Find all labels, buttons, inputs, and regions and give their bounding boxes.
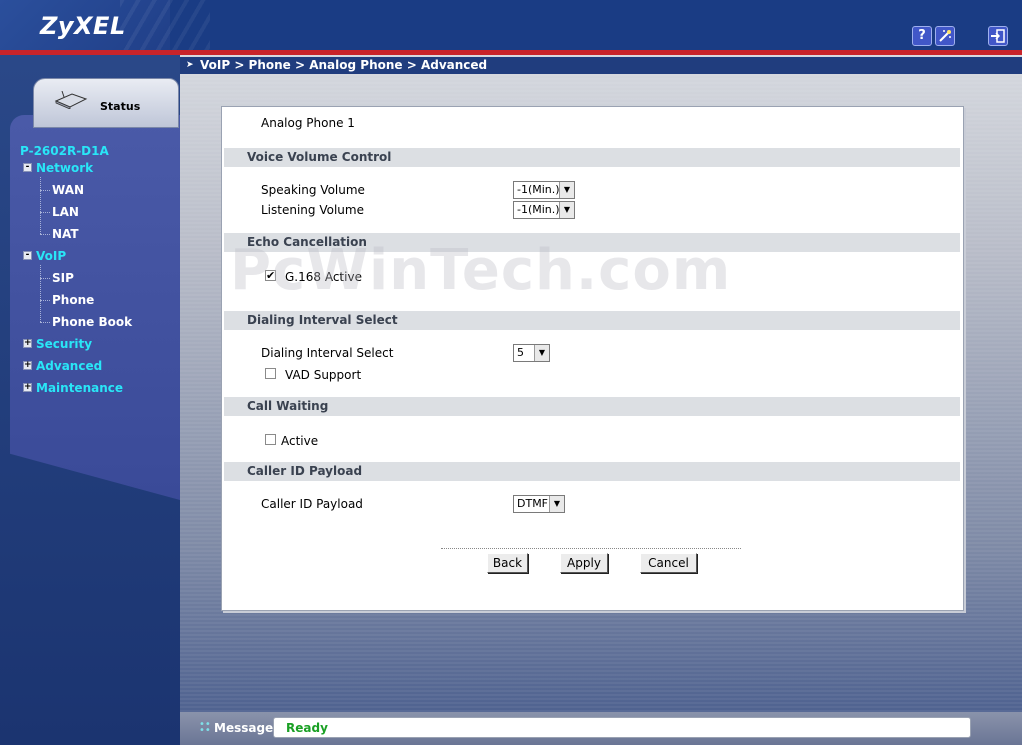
zyxel-logo: ZyXEL	[40, 12, 126, 40]
tree-line	[40, 234, 50, 235]
listening-volume-select[interactable]: -1(Min.) ▼	[513, 201, 575, 219]
listening-volume-value: -1(Min.)	[517, 203, 560, 216]
logo-stripes	[120, 0, 210, 52]
speaking-volume-label: Speaking Volume	[261, 183, 365, 197]
tree-line	[40, 177, 41, 234]
dialing-interval-select[interactable]: 5 ▼	[513, 344, 550, 362]
collapse-icon[interactable]: -	[23, 251, 32, 260]
vad-checkbox[interactable]	[265, 368, 276, 379]
chevron-down-icon: ▼	[559, 202, 574, 218]
message-dots-icon: •• ••	[199, 719, 211, 736]
sidebar-item-voip[interactable]: VoIP	[36, 249, 66, 263]
exit-door-icon	[991, 29, 1005, 43]
message-text: Ready	[286, 721, 328, 735]
caller-id-value: DTMF	[517, 497, 549, 510]
section-call-waiting: Call Waiting	[224, 397, 960, 416]
phone-title: Analog Phone 1	[261, 116, 355, 130]
back-button[interactable]: Back	[487, 553, 528, 573]
header-bar: ZyXEL	[0, 0, 1022, 52]
tree-line	[40, 300, 50, 301]
sidebar-item-phone-book[interactable]: Phone Book	[52, 315, 132, 329]
call-waiting-checkbox[interactable]	[265, 434, 276, 445]
dialing-interval-value: 5	[517, 346, 524, 359]
listening-volume-label: Listening Volume	[261, 203, 364, 217]
tree-line	[40, 265, 41, 322]
cancel-button[interactable]: Cancel	[640, 553, 697, 573]
logout-icon[interactable]	[988, 26, 1008, 46]
caller-id-select[interactable]: DTMF ▼	[513, 495, 565, 513]
button-divider	[441, 548, 741, 549]
apply-button[interactable]: Apply	[560, 553, 608, 573]
wand-icon	[939, 30, 951, 42]
breadcrumb-arrow-icon: ➤	[186, 60, 194, 70]
tree-line	[40, 322, 50, 323]
expand-icon[interactable]: +	[23, 383, 32, 392]
expand-icon[interactable]: +	[23, 339, 32, 348]
speaking-volume-value: -1(Min.)	[517, 183, 560, 196]
sidebar-item-lan[interactable]: LAN	[52, 205, 79, 219]
router-icon	[54, 91, 88, 109]
caller-id-label: Caller ID Payload	[261, 497, 363, 511]
chevron-down-icon: ▼	[534, 345, 549, 361]
message-box	[273, 717, 971, 738]
status-tab-label: Status	[100, 100, 141, 113]
chevron-down-icon: ▼	[549, 496, 564, 512]
chevron-down-icon: ▼	[559, 182, 574, 198]
section-dialing-interval: Dialing Interval Select	[224, 311, 960, 330]
section-caller-id: Caller ID Payload	[224, 462, 960, 481]
section-voice-volume: Voice Volume Control	[224, 148, 960, 167]
sidebar-item-maintenance[interactable]: Maintenance	[36, 381, 123, 395]
vad-label: VAD Support	[285, 368, 362, 382]
message-label: Message	[214, 721, 274, 735]
sidebar-item-advanced[interactable]: Advanced	[36, 359, 102, 373]
sidebar-item-security[interactable]: Security	[36, 337, 92, 351]
device-name: P-2602R-D1A	[20, 144, 109, 158]
expand-icon[interactable]: +	[23, 361, 32, 370]
tree-line	[40, 278, 50, 279]
tree-line	[40, 190, 50, 191]
dialing-interval-label: Dialing Interval Select	[261, 346, 394, 360]
wizard-icon[interactable]	[935, 26, 955, 46]
call-waiting-label: Active	[281, 434, 319, 448]
tree-line	[40, 212, 50, 213]
speaking-volume-select[interactable]: -1(Min.) ▼	[513, 181, 575, 199]
help-icon[interactable]: ?	[912, 26, 932, 46]
sidebar-item-nat[interactable]: NAT	[52, 227, 79, 241]
sidebar-item-phone[interactable]: Phone	[52, 293, 94, 307]
breadcrumb: VoIP > Phone > Analog Phone > Advanced	[200, 58, 488, 72]
status-tab[interactable]: Status	[33, 78, 179, 128]
watermark: PcWinTech.com	[230, 238, 732, 303]
collapse-icon[interactable]: -	[23, 163, 32, 172]
sidebar-item-network[interactable]: Network	[36, 161, 93, 175]
sidebar-item-sip[interactable]: SIP	[52, 271, 74, 285]
sidebar-item-wan[interactable]: WAN	[52, 183, 84, 197]
